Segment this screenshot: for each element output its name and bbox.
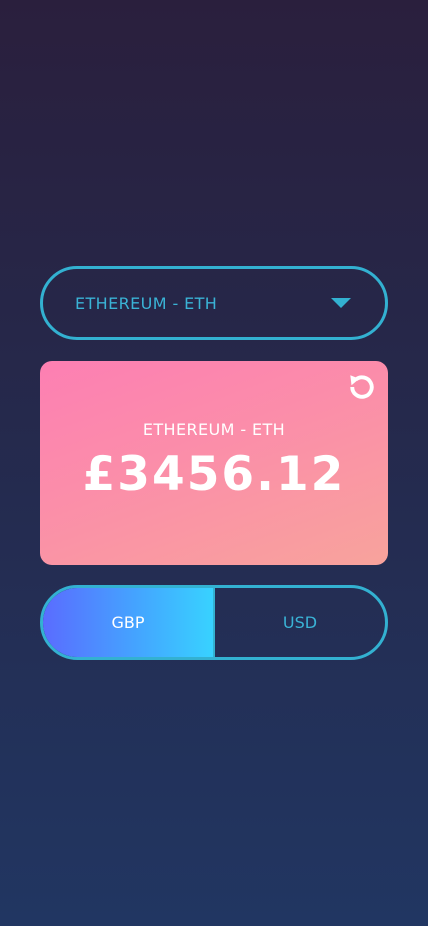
toggle-option-gbp[interactable]: GBP bbox=[43, 588, 213, 657]
chevron-down-icon bbox=[331, 298, 351, 308]
refresh-icon[interactable] bbox=[344, 369, 380, 405]
coin-price: £3456.12 bbox=[82, 447, 346, 502]
fiat-currency-toggle: GBP USD bbox=[40, 585, 388, 660]
price-card: ETHEREUM - ETH £3456.12 bbox=[40, 361, 388, 565]
currency-select[interactable]: ETHEREUM - ETH bbox=[40, 266, 388, 340]
currency-select-value: ETHEREUM - ETH bbox=[75, 293, 218, 313]
toggle-option-usd[interactable]: USD bbox=[213, 588, 385, 657]
coin-name: ETHEREUM - ETH bbox=[142, 420, 286, 439]
